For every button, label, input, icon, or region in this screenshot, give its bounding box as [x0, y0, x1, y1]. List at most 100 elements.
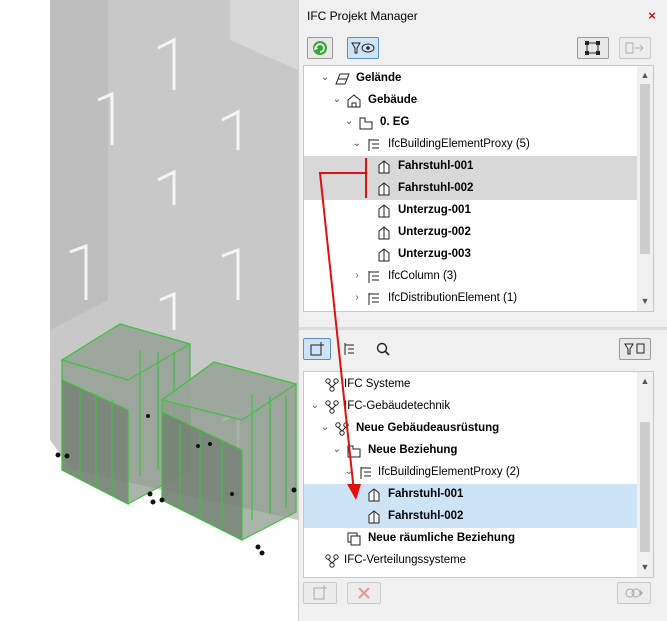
top-tree-scrollbar[interactable]: ▲ ▼ [637, 66, 653, 311]
select-structure-icon [585, 41, 600, 55]
zoom-button[interactable] [371, 338, 395, 360]
element-icon [378, 248, 390, 262]
element-icon [378, 204, 390, 218]
tree-row[interactable]: › IfcColumn (3) [304, 266, 653, 288]
tree-row[interactable]: ⌄ IfcBuildingElementProxy (5) [304, 134, 653, 156]
tree-row[interactable]: ⌄ Gebäude [304, 90, 653, 112]
element-icon [368, 510, 380, 524]
3d-viewport[interactable] [0, 0, 298, 621]
tree-row[interactable]: Unterzug-003 [304, 244, 653, 266]
tree-row[interactable]: Unterzug-002 [304, 222, 653, 244]
filter-view-button[interactable] [347, 37, 379, 59]
chevron-down-icon[interactable]: ⌄ [332, 444, 342, 456]
building-icon [347, 94, 361, 108]
chevron-down-icon[interactable]: ⌄ [344, 116, 354, 128]
element-icon [378, 226, 390, 240]
chevron-down-icon[interactable]: ⌄ [352, 138, 362, 150]
tree-row[interactable]: ⌄ IfcBuildingElementProxy (2) [304, 462, 653, 484]
tree-row-selected[interactable]: Fahrstuhl-002 [304, 506, 653, 528]
refresh-button[interactable] [307, 37, 333, 59]
add-to-system-icon [310, 342, 324, 356]
tree-label: Neue Beziehung [368, 444, 458, 456]
new-system-button[interactable] [303, 582, 337, 604]
panel-titlebar: IFC Projekt Manager × [299, 0, 667, 32]
delete-icon [358, 587, 370, 599]
tree-row[interactable]: Unterzug-001 [304, 200, 653, 222]
link-button[interactable] [617, 582, 651, 604]
chevron-down-icon[interactable]: ⌄ [320, 72, 330, 84]
scrollbar-thumb[interactable] [640, 422, 650, 552]
tree-label: Fahrstuhl-001 [388, 488, 464, 500]
ifc-project-manager-panel: IFC Projekt Manager × ⌄ Gelände ⌄ Gebäud… [298, 0, 667, 621]
tree-label: Fahrstuhl-002 [388, 510, 464, 522]
tree-label: IfcColumn (3) [388, 270, 458, 282]
chevron-right-icon[interactable]: › [352, 270, 362, 282]
tree-row[interactable]: IFC Systeme [304, 374, 653, 396]
chevron-up-icon[interactable]: ▲ [640, 70, 650, 80]
tree-label: Neue Gebäudeausrüstung [356, 422, 500, 434]
chevron-down-icon[interactable]: ▼ [640, 296, 650, 306]
tree-label: Gelände [356, 72, 402, 84]
link-icon [625, 588, 643, 598]
system-icon [325, 400, 339, 414]
tree-row-selected[interactable]: Fahrstuhl-001 [304, 156, 653, 178]
spatial-relation-icon [347, 532, 361, 546]
close-icon[interactable]: × [644, 8, 660, 24]
tree-row[interactable]: IFC-Verteilungssysteme [304, 550, 653, 572]
chevron-right-icon[interactable]: › [352, 292, 362, 304]
tree-row[interactable]: ⌄ Neue Gebäudeausrüstung [304, 418, 653, 440]
tree-label: Unterzug-002 [398, 226, 471, 238]
tree-label: IfcBuildingElementProxy (5) [388, 138, 530, 150]
scrollbar-thumb[interactable] [640, 84, 650, 254]
refresh-icon [313, 41, 327, 55]
new-system-icon [313, 585, 327, 600]
disconnect-icon [625, 42, 644, 54]
tree-row[interactable]: ⌄ Gelände [304, 68, 653, 90]
filter-structure-icon [624, 343, 645, 355]
relation-icon [347, 445, 361, 458]
system-tree[interactable]: IFC Systeme ⌄ IFC-Gebäudetechnik ⌄ Neue … [303, 371, 654, 578]
tree-row[interactable]: Neue räumliche Beziehung [304, 528, 653, 550]
chevron-down-icon[interactable]: ⌄ [310, 400, 320, 412]
chevron-down-icon[interactable]: ⌄ [332, 94, 342, 106]
tree-label: IFC-Gebäudetechnik [344, 400, 451, 412]
element-icon [378, 182, 390, 196]
zoom-icon [376, 342, 390, 356]
tree-label: IFC-Verteilungssysteme [344, 554, 467, 566]
tree-label: Fahrstuhl-002 [398, 182, 474, 194]
type-group-icon [368, 139, 379, 151]
bottom-tree-scrollbar[interactable]: ▲ ▼ [637, 372, 653, 577]
tree-row[interactable]: ⌄ Neue Beziehung [304, 440, 653, 462]
panel-splitter[interactable] [299, 327, 667, 330]
tree-row[interactable]: ⌄ IFC-Gebäudetechnik [304, 396, 653, 418]
panel-title: IFC Projekt Manager [307, 9, 418, 23]
tree-label: Neue räumliche Beziehung [368, 532, 515, 544]
chevron-up-icon[interactable]: ▲ [640, 376, 650, 386]
tree-label: IfcBuildingElementProxy (2) [378, 466, 520, 478]
filter-structure-button[interactable] [619, 338, 651, 360]
type-group-icon [368, 293, 379, 305]
system-icon [325, 378, 339, 392]
tree-row-selected[interactable]: Fahrstuhl-001 [304, 484, 653, 506]
chevron-down-icon[interactable]: ⌄ [320, 422, 330, 434]
disconnect-button[interactable] [619, 37, 651, 59]
structure-tree[interactable]: ⌄ Gelände ⌄ Gebäude ⌄ 0. EG ⌄ IfcBuildin… [303, 65, 654, 312]
hierarchy-icon [344, 343, 354, 355]
chevron-down-icon[interactable]: ▼ [640, 562, 650, 572]
tree-label: IFC Systeme [344, 378, 411, 390]
site-icon [335, 73, 350, 85]
tree-label: IfcDistributionElement (1) [388, 292, 518, 304]
tree-row-selected[interactable]: Fahrstuhl-002 [304, 178, 653, 200]
delete-button[interactable] [347, 582, 381, 604]
hierarchy-button[interactable] [337, 338, 361, 360]
tree-row[interactable]: ⌄ 0. EG [304, 112, 653, 134]
add-to-system-button[interactable] [303, 338, 331, 360]
tree-label: 0. EG [380, 116, 410, 128]
building-model-view [0, 0, 298, 621]
select-structure-button[interactable] [577, 37, 609, 59]
storey-icon [359, 117, 373, 130]
tree-label: Gebäude [368, 94, 418, 106]
tree-row[interactable]: › IfcDistributionElement (1) [304, 288, 653, 310]
tree-label: Fahrstuhl-001 [398, 160, 474, 172]
chevron-down-icon[interactable]: ⌄ [344, 466, 354, 478]
